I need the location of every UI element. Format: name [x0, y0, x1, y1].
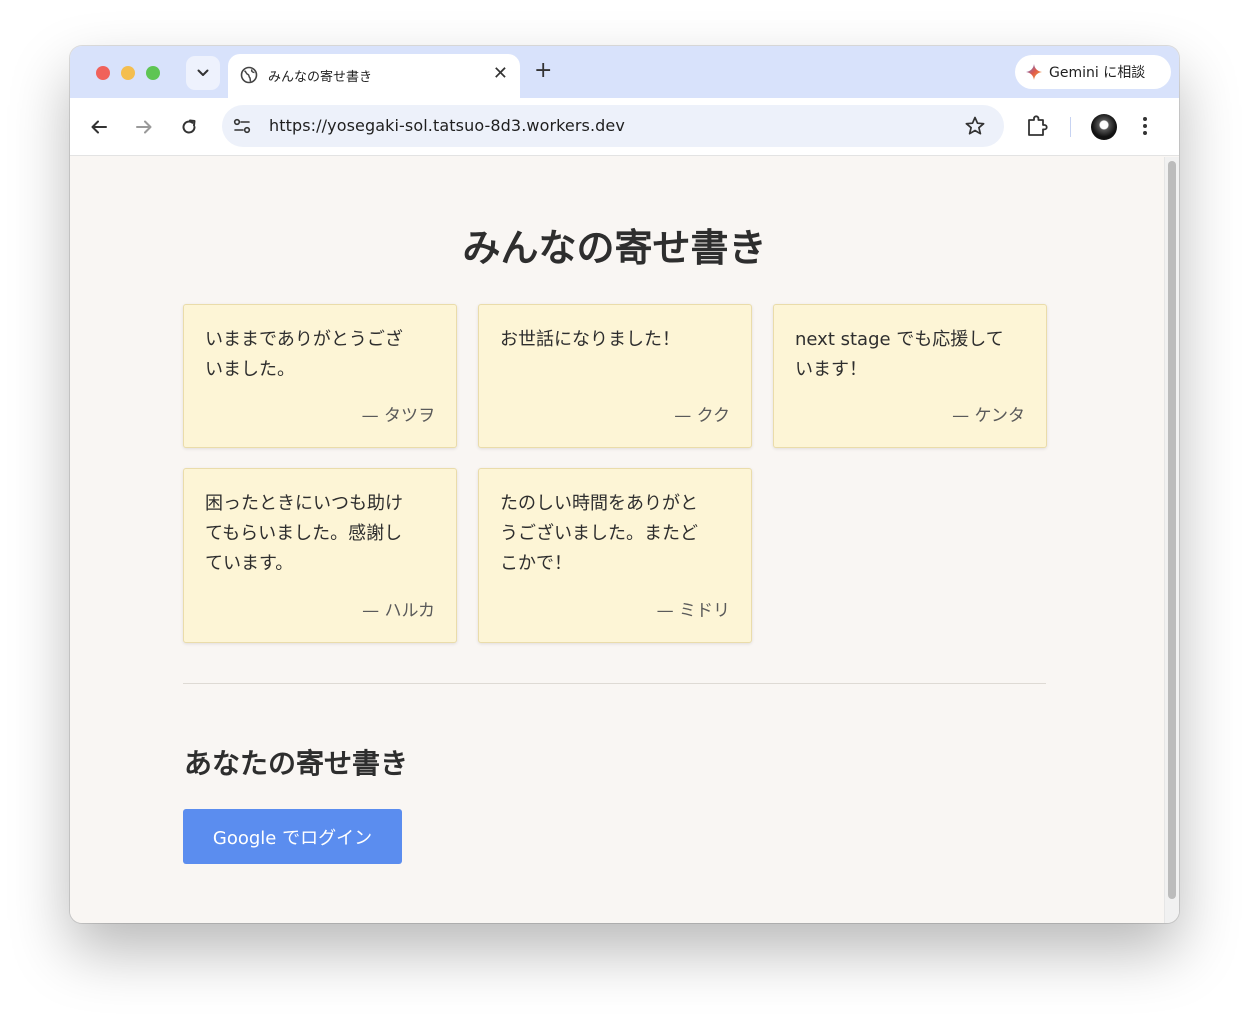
- gemini-sparkle-icon: [1026, 64, 1042, 80]
- toolbar-separator: [1070, 117, 1071, 137]
- site-settings-icon[interactable]: [232, 116, 252, 136]
- message-card: お世話になりました！ — クク: [478, 304, 752, 448]
- tab-title: みんなの寄せ書き: [268, 70, 373, 85]
- address-bar[interactable]: https://yosegaki-sol.tatsuo-8d3.workers.…: [222, 105, 1004, 147]
- active-tab[interactable]: みんなの寄せ書き ✕: [228, 54, 520, 98]
- message-card: 困ったときにいつも助け てもらいました。感謝し ています。 — ハルカ: [183, 468, 457, 643]
- message-card: next stage でも応援して います！ — ケンタ: [773, 304, 1047, 448]
- message-card: たのしい時間をありがと うございました。またど こかで！ — ミドリ: [478, 468, 752, 643]
- close-window-button[interactable]: [96, 66, 110, 80]
- maximize-window-button[interactable]: [146, 66, 160, 80]
- globe-icon: [240, 66, 258, 84]
- section-title: あなたの寄せ書き: [184, 747, 409, 780]
- back-button[interactable]: [88, 116, 110, 138]
- extensions-puzzle-icon[interactable]: [1026, 114, 1048, 138]
- browser-toolbar: https://yosegaki-sol.tatsuo-8d3.workers.…: [70, 98, 1179, 156]
- card-author: — ハルカ: [362, 601, 435, 621]
- google-login-button[interactable]: Google でログイン: [183, 809, 402, 864]
- gemini-label: Gemini に相談: [1049, 65, 1146, 81]
- section-divider: [183, 683, 1046, 684]
- tab-search-button[interactable]: [186, 56, 220, 90]
- gemini-button[interactable]: Gemini に相談: [1015, 55, 1171, 89]
- new-tab-button[interactable]: +: [534, 60, 552, 82]
- scrollbar-thumb[interactable]: [1168, 161, 1176, 899]
- card-message: お世話になりました！: [500, 329, 680, 350]
- page-content: みんなの寄せ書き いままでありがとうござ いました。 — タツヲ お世話になりま…: [70, 157, 1164, 923]
- reload-button[interactable]: [178, 116, 200, 138]
- card-message: next stage でも応援して います！: [795, 329, 1004, 380]
- card-author: — タツヲ: [361, 406, 435, 426]
- forward-button[interactable]: [133, 116, 155, 138]
- vertical-scrollbar[interactable]: [1164, 157, 1179, 923]
- arrow-right-icon: [136, 120, 152, 134]
- url-text[interactable]: https://yosegaki-sol.tatsuo-8d3.workers.…: [269, 116, 625, 135]
- card-author: — ミドリ: [656, 601, 730, 621]
- browser-window: みんなの寄せ書き ✕ + Gemini に相談 https://yosegaki…: [70, 46, 1179, 923]
- chevron-down-icon: [197, 69, 209, 76]
- page-title: みんなの寄せ書き: [462, 226, 767, 270]
- card-message: 困ったときにいつも助け てもらいました。感謝し ています。: [205, 493, 403, 574]
- minimize-window-button[interactable]: [121, 66, 135, 80]
- card-author: — ケンタ: [952, 406, 1025, 426]
- tab-strip: みんなの寄せ書き ✕ + Gemini に相談: [70, 46, 1179, 98]
- reload-icon: [182, 119, 196, 134]
- profile-avatar[interactable]: [1091, 114, 1117, 140]
- bookmark-star-icon[interactable]: [964, 115, 986, 137]
- arrow-left-icon: [91, 120, 107, 134]
- card-message: いままでありがとうござ いました。: [205, 329, 403, 380]
- card-author: — クク: [674, 406, 730, 426]
- card-message: たのしい時間をありがと うございました。またど こかで！: [500, 493, 698, 574]
- tab-close-icon[interactable]: ✕: [493, 65, 508, 83]
- message-card: いままでありがとうござ いました。 — タツヲ: [183, 304, 457, 448]
- more-vertical-icon[interactable]: [1142, 116, 1148, 136]
